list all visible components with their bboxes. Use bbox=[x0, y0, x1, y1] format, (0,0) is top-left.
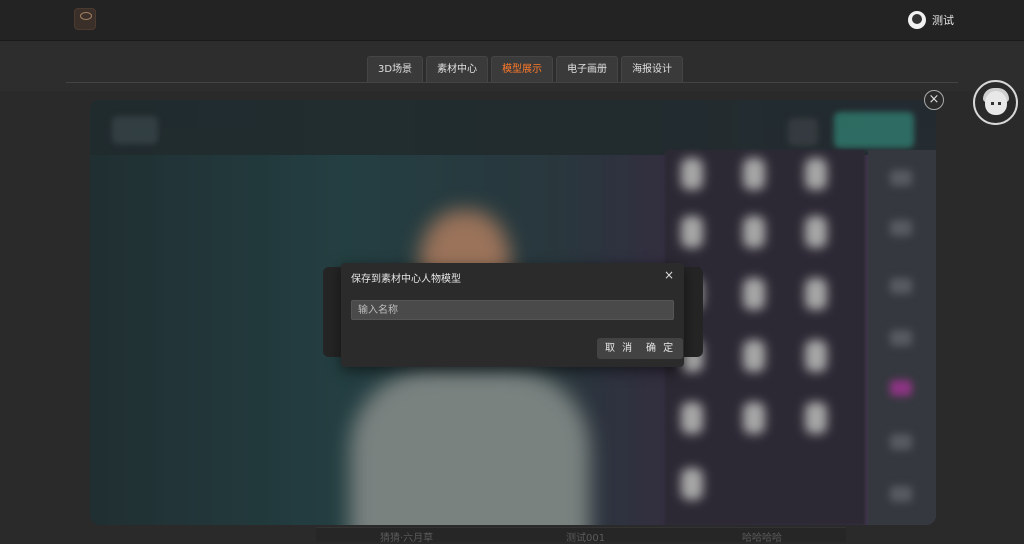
tab-model-display[interactable]: 模型展示 bbox=[491, 56, 554, 82]
customer-service-icon[interactable] bbox=[973, 80, 1018, 125]
user-name[interactable]: 测试 bbox=[932, 12, 954, 28]
dialog-title: 保存到素材中心人物模型 bbox=[351, 274, 461, 285]
main-tabs: 3D场景 素材中心 模型展示 电子画册 海报设计 bbox=[367, 56, 684, 82]
tab-e-album[interactable]: 电子画册 bbox=[556, 56, 619, 82]
dialog-close-icon[interactable]: × bbox=[664, 268, 674, 282]
model-name-input[interactable] bbox=[351, 300, 674, 320]
brand-logo-icon[interactable] bbox=[74, 8, 96, 30]
confirm-button[interactable]: 确 定 bbox=[638, 338, 684, 359]
bottom-label: 猜猜·六月草 bbox=[380, 533, 434, 544]
user-menu[interactable]: 测试 bbox=[908, 11, 954, 29]
tab-3d-scene[interactable]: 3D场景 bbox=[367, 56, 424, 82]
bottom-label: 哈哈哈哈 bbox=[742, 533, 782, 544]
user-avatar-icon[interactable] bbox=[908, 11, 926, 29]
top-bar: 测试 bbox=[0, 0, 1024, 41]
close-preview-icon[interactable]: × bbox=[924, 90, 944, 110]
tab-poster-design[interactable]: 海报设计 bbox=[621, 56, 684, 82]
save-model-dialog: 保存到素材中心人物模型 × 取 消 确 定 bbox=[341, 263, 684, 367]
tab-divider bbox=[66, 82, 958, 83]
cancel-button[interactable]: 取 消 bbox=[597, 338, 643, 359]
tab-material-center[interactable]: 素材中心 bbox=[426, 56, 489, 82]
bottom-label: 测试001 bbox=[566, 533, 606, 544]
